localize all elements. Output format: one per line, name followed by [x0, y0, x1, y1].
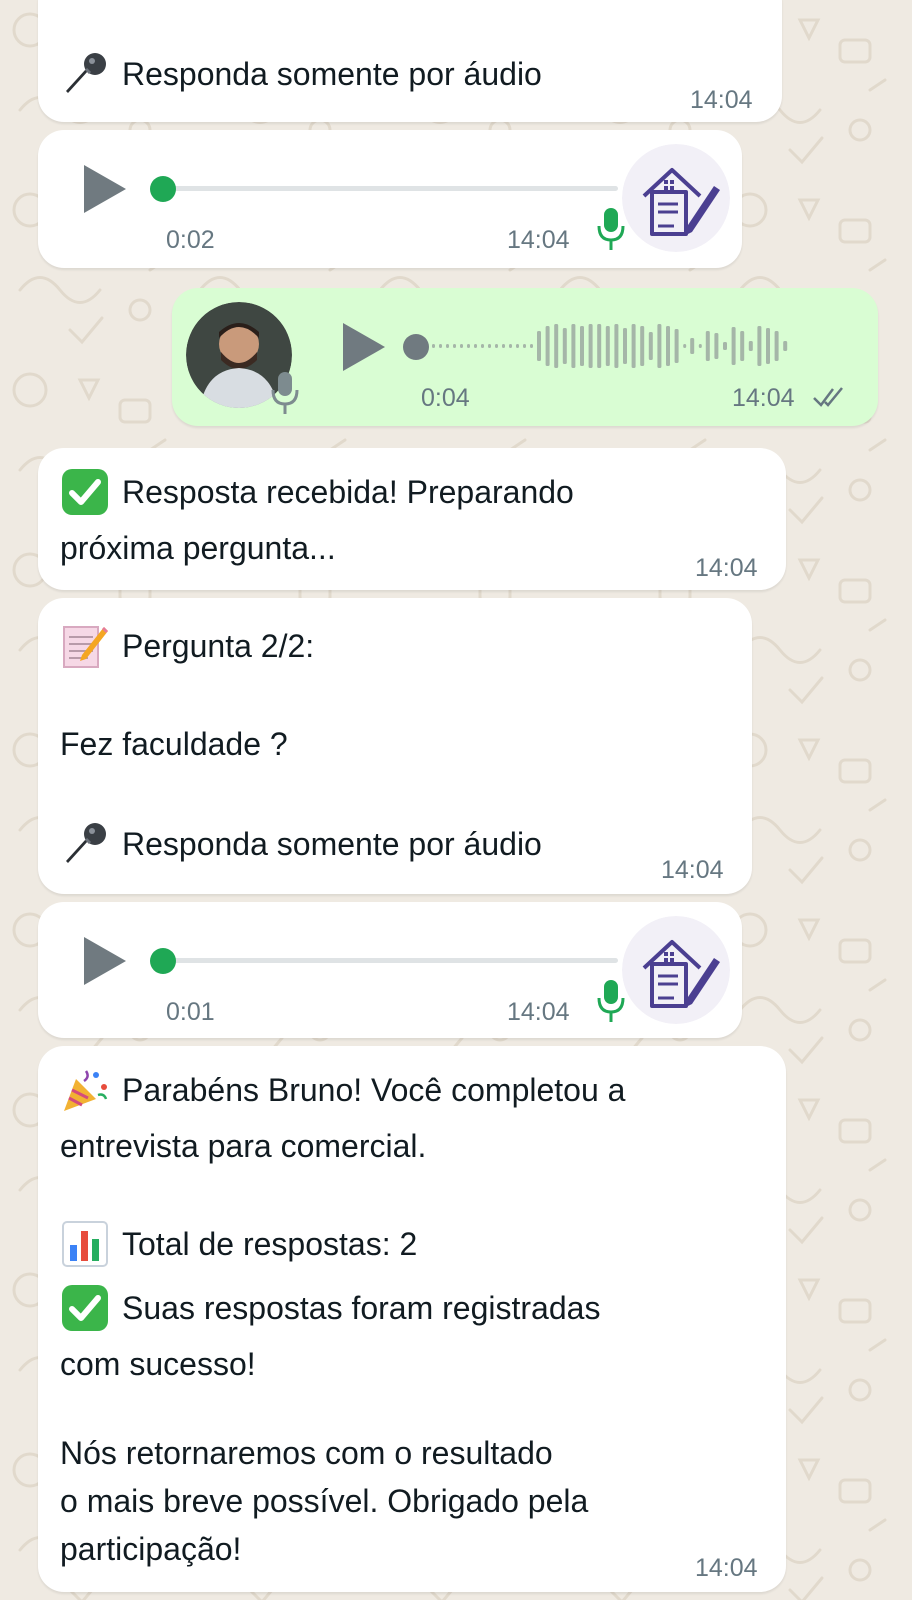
audio-waveform[interactable] — [430, 318, 830, 374]
real-estate-logo-avatar — [622, 144, 730, 252]
message-text: Responda somente por áudio — [122, 826, 542, 862]
message-text: Pergunta 2/2: — [122, 628, 315, 664]
message-line: entrevista para comercial. — [60, 1118, 426, 1174]
message-timestamp: 14:04 — [695, 1554, 758, 1582]
message-line: Responda somente por áudio — [60, 46, 542, 102]
message-bubble-incoming[interactable]: Responda somente por áudio 14:04 — [38, 0, 782, 122]
message-line: Pergunta 2/2: — [60, 618, 314, 674]
mic-status-icon — [271, 372, 299, 414]
audio-progress-knob[interactable] — [403, 334, 429, 360]
mic-status-icon — [597, 208, 625, 250]
message-line: Suas respostas foram registradas — [60, 1280, 600, 1336]
audio-progress-knob[interactable] — [150, 176, 176, 202]
check-mark-button-icon — [60, 467, 110, 517]
audio-duration: 0:01 — [166, 998, 215, 1026]
voice-message-incoming[interactable]: 0:01 14:04 — [38, 902, 742, 1038]
message-text: Total de respostas: 2 — [122, 1226, 418, 1262]
message-line: com sucesso! — [60, 1336, 256, 1392]
real-estate-logo-avatar — [622, 916, 730, 1024]
message-line: Nós retornaremos com o resultado — [60, 1428, 553, 1478]
message-text: Nós retornaremos com o resultado — [60, 1435, 553, 1471]
audio-progress-track[interactable] — [163, 186, 618, 191]
message-line: Parabéns Bruno! Você completou a — [60, 1062, 625, 1118]
message-text: participação! — [60, 1531, 242, 1567]
message-text: Suas respostas foram registradas — [122, 1290, 601, 1326]
check-mark-button-icon — [60, 1283, 110, 1333]
audio-progress-track[interactable] — [163, 958, 618, 963]
message-timestamp: 14:04 — [695, 554, 758, 582]
play-button[interactable] — [84, 165, 126, 213]
message-text: o mais breve possível. Obrigado pela — [60, 1483, 589, 1519]
message-text: Resposta recebida! Preparando — [122, 474, 574, 510]
audio-duration: 0:04 — [421, 384, 470, 412]
message-line: Fez faculdade ? — [60, 716, 288, 772]
message-text: entrevista para comercial. — [60, 1128, 427, 1164]
message-line: próxima pergunta... — [60, 520, 336, 576]
double-check-icon — [813, 387, 843, 407]
play-button[interactable] — [343, 323, 385, 371]
message-line: participação! — [60, 1524, 241, 1574]
message-line: Resposta recebida! Preparando — [60, 464, 574, 520]
microphone-icon — [60, 49, 110, 99]
message-bubble-incoming[interactable]: Pergunta 2/2: Fez faculdade ? Responda s… — [38, 598, 752, 894]
message-line: Responda somente por áudio — [60, 816, 542, 872]
message-timestamp: 14:04 — [732, 384, 795, 412]
message-timestamp: 14:04 — [661, 856, 724, 884]
message-text: Responda somente por áudio — [122, 56, 542, 92]
bar-chart-icon — [60, 1219, 110, 1269]
message-line: Total de respostas: 2 — [60, 1216, 417, 1272]
message-timestamp: 14:04 — [690, 86, 753, 114]
party-popper-icon — [60, 1065, 110, 1115]
play-button[interactable] — [84, 937, 126, 985]
microphone-icon — [60, 819, 110, 869]
mic-status-icon — [597, 980, 625, 1022]
audio-progress-knob[interactable] — [150, 948, 176, 974]
message-text: próxima pergunta... — [60, 530, 336, 566]
message-text: Fez faculdade ? — [60, 726, 288, 762]
message-bubble-incoming[interactable]: Resposta recebida! Preparando próxima pe… — [38, 448, 786, 590]
voice-message-incoming[interactable]: 0:02 14:04 — [38, 130, 742, 268]
message-timestamp: 14:04 — [507, 998, 570, 1026]
message-timestamp: 14:04 — [507, 226, 570, 254]
message-text: com sucesso! — [60, 1346, 256, 1382]
message-bubble-incoming[interactable]: Parabéns Bruno! Você completou a entrevi… — [38, 1046, 786, 1592]
audio-duration: 0:02 — [166, 226, 215, 254]
message-line: o mais breve possível. Obrigado pela — [60, 1476, 588, 1526]
memo-icon — [60, 621, 110, 671]
voice-message-outgoing[interactable]: 0:04 14:04 — [172, 288, 878, 426]
message-text: Parabéns Bruno! Você completou a — [122, 1072, 626, 1108]
